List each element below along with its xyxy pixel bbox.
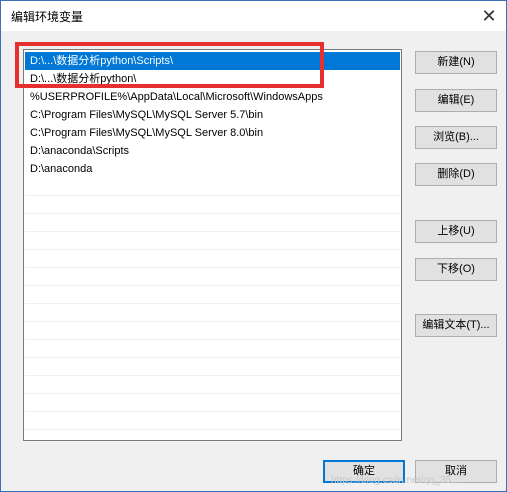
- empty-list-row[interactable]: [25, 214, 400, 232]
- browse-button[interactable]: 浏览(B)...: [415, 126, 497, 149]
- list-item[interactable]: C:\Program Files\MySQL\MySQL Server 8.0\…: [25, 124, 400, 142]
- close-icon[interactable]: ✕: [478, 5, 500, 27]
- path-list[interactable]: D:\...\数据分析python\Scripts\ D:\...\数据分析py…: [23, 49, 402, 441]
- edit-text-button[interactable]: 编辑文本(T)...: [415, 314, 497, 337]
- list-item-text: D:\...\数据分析python\: [30, 73, 137, 85]
- list-item-text: %USERPROFILE%\AppData\Local\Microsoft\Wi…: [30, 91, 323, 103]
- empty-list-row[interactable]: [25, 268, 400, 286]
- list-item[interactable]: D:\...\数据分析python\Scripts\: [25, 52, 400, 70]
- move-up-button[interactable]: 上移(U): [415, 220, 497, 243]
- edit-env-variable-dialog: 编辑环境变量 ✕ D:\...\数据分析python\Scripts\ D:\.…: [0, 0, 507, 492]
- title-bar: 编辑环境变量 ✕: [1, 1, 506, 31]
- list-item[interactable]: D:\anaconda\Scripts: [25, 142, 400, 160]
- list-item[interactable]: D:\anaconda: [25, 160, 400, 178]
- empty-list-row[interactable]: [25, 304, 400, 322]
- window-title: 编辑环境变量: [11, 10, 84, 24]
- list-item-text: D:\anaconda: [30, 163, 93, 175]
- list-item-text: C:\Program Files\MySQL\MySQL Server 5.7\…: [30, 109, 264, 121]
- empty-list-row[interactable]: [25, 232, 400, 250]
- delete-button[interactable]: 删除(D): [415, 163, 497, 186]
- list-item-text: C:\Program Files\MySQL\MySQL Server 8.0\…: [30, 127, 264, 139]
- list-item-text: D:\...\数据分析python\Scripts\: [30, 55, 174, 67]
- empty-list-row[interactable]: [25, 286, 400, 304]
- empty-list-row[interactable]: [25, 340, 400, 358]
- empty-list-row[interactable]: [25, 376, 400, 394]
- empty-list-row[interactable]: [25, 196, 400, 214]
- empty-list-row[interactable]: [25, 250, 400, 268]
- list-item[interactable]: C:\Program Files\MySQL\MySQL Server 5.7\…: [25, 106, 400, 124]
- empty-list-row[interactable]: [25, 322, 400, 340]
- empty-list-row[interactable]: [25, 178, 400, 196]
- list-item[interactable]: %USERPROFILE%\AppData\Local\Microsoft\Wi…: [25, 88, 400, 106]
- edit-button[interactable]: 编辑(E): [415, 89, 497, 112]
- move-down-button[interactable]: 下移(O): [415, 258, 497, 281]
- empty-list-row[interactable]: [25, 358, 400, 376]
- empty-list-row[interactable]: [25, 412, 400, 430]
- new-button[interactable]: 新建(N): [415, 51, 497, 74]
- list-item[interactable]: D:\...\数据分析python\: [25, 70, 400, 88]
- empty-list-row[interactable]: [25, 394, 400, 412]
- list-item-text: D:\anaconda\Scripts: [30, 145, 130, 157]
- watermark: https://blog.csdn.net/qq_35...: [331, 475, 460, 486]
